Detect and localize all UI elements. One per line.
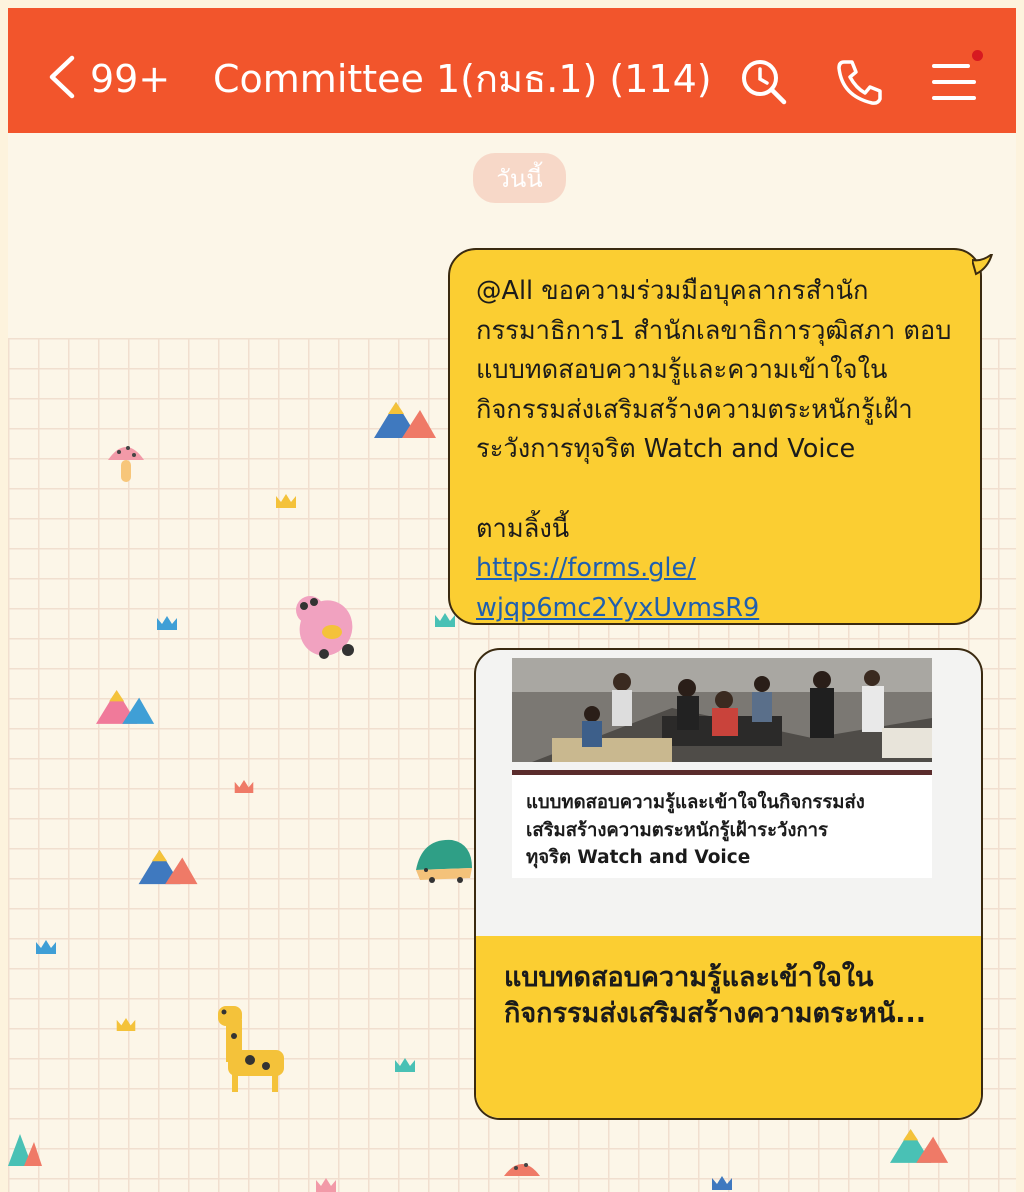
message-line: กรรมาธิการ1 สำนักเลขาธิการวุฒิสภา ตอบ <box>476 315 952 346</box>
mushroom-sticker-icon <box>108 446 144 482</box>
back-button[interactable] <box>46 53 94 101</box>
preview-caption-text: แบบทดสอบความรู้และเข้าใจใน กิจกรรมส่งเสร… <box>504 960 964 1032</box>
menu-icon[interactable] <box>928 56 980 108</box>
crown-sticker-icon <box>36 940 56 954</box>
form-link-part1[interactable]: https://forms.gle/ <box>476 553 696 583</box>
bear-sticker-icon <box>296 596 354 659</box>
crown-sticker-icon <box>157 616 177 630</box>
crown-sticker-icon <box>435 613 455 627</box>
search-icon[interactable] <box>738 56 790 108</box>
preview-title-line: เสริมสร้างความตระหนักรู้เฝ้าระวังการ <box>526 819 828 841</box>
mushroom-sticker-icon <box>504 1163 540 1176</box>
form-link[interactable]: wjqp6mc2YyxUvmsR9 <box>476 589 966 629</box>
giraffe-sticker-icon <box>218 1006 284 1092</box>
date-separator: วันนี้ <box>473 153 566 203</box>
chat-title[interactable]: Committee 1(กมธ.1) (114) <box>213 58 712 100</box>
mountain-sticker-icon <box>374 402 436 438</box>
mountain-sticker-icon <box>890 1129 949 1163</box>
message-bubble[interactable]: @All ขอความร่วมมือบุคลากรสำนัก กรรมาธิกา… <box>448 248 994 628</box>
crown-sticker-icon <box>712 1176 732 1190</box>
mountain-sticker-icon <box>8 1134 42 1166</box>
back-chevron-icon <box>49 55 75 99</box>
message-line: กิจกรรมส่งเสริมสร้างความตระหนักรู้เฝ้า <box>476 394 913 425</box>
hedgehog-sticker-icon <box>416 839 472 883</box>
mountain-sticker-icon <box>96 690 155 724</box>
preview-image <box>512 658 932 762</box>
form-link-part2[interactable]: wjqp6mc2YyxUvmsR9 <box>476 593 759 623</box>
message-text: @All ขอความร่วมมือบุคลากรสำนัก กรรมาธิกา… <box>476 272 966 628</box>
chat-header: 99+ Committee 1(กมธ.1) (114) <box>8 8 1016 133</box>
form-link[interactable]: https://forms.gle/ <box>476 549 966 589</box>
message-line: @All ขอความร่วมมือบุคลากรสำนัก <box>476 276 869 306</box>
message-line: แบบทดสอบความรู้และความเข้าใจใน <box>476 355 888 385</box>
preview-title-line: ทุจริต Watch and Voice <box>526 847 751 868</box>
preview-form-title: แบบทดสอบความรู้และเข้าใจในกิจกรรมส่ง เสร… <box>526 789 921 872</box>
mountain-sticker-icon <box>138 849 198 885</box>
notification-dot <box>972 50 983 61</box>
link-preview-card[interactable]: แบบทดสอบความรู้และเข้าใจในกิจกรรมส่ง เสร… <box>474 648 983 1120</box>
caption-line: แบบทดสอบความรู้และเข้าใจใน <box>504 962 874 993</box>
preview-title-line: แบบทดสอบความรู้และเข้าใจในกิจกรรมส่ง <box>526 792 865 813</box>
crown-sticker-icon <box>116 1018 136 1031</box>
crown-sticker-icon <box>234 780 254 793</box>
crown-sticker-icon <box>395 1058 415 1072</box>
message-line: ระวังการทุจริต Watch and Voice <box>476 434 856 464</box>
crown-sticker-icon <box>316 1178 336 1192</box>
phone-icon[interactable] <box>834 56 886 108</box>
crown-sticker-icon <box>276 494 296 508</box>
chat-screen: 99+ Committee 1(กมธ.1) (114) วันนี้ @All… <box>8 8 1016 1192</box>
caption-line: กิจกรรมส่งเสริมสร้างความตระหนั... <box>504 998 927 1029</box>
follow-label: ตามลิ้งนี้ <box>476 513 570 544</box>
preview-form-header: แบบทดสอบความรู้และเข้าใจในกิจกรรมส่ง เสร… <box>512 775 932 878</box>
preview-caption[interactable]: แบบทดสอบความรู้และเข้าใจใน กิจกรรมส่งเสร… <box>476 936 981 1118</box>
bubble-tail <box>972 254 994 276</box>
unread-count[interactable]: 99+ <box>90 58 170 100</box>
